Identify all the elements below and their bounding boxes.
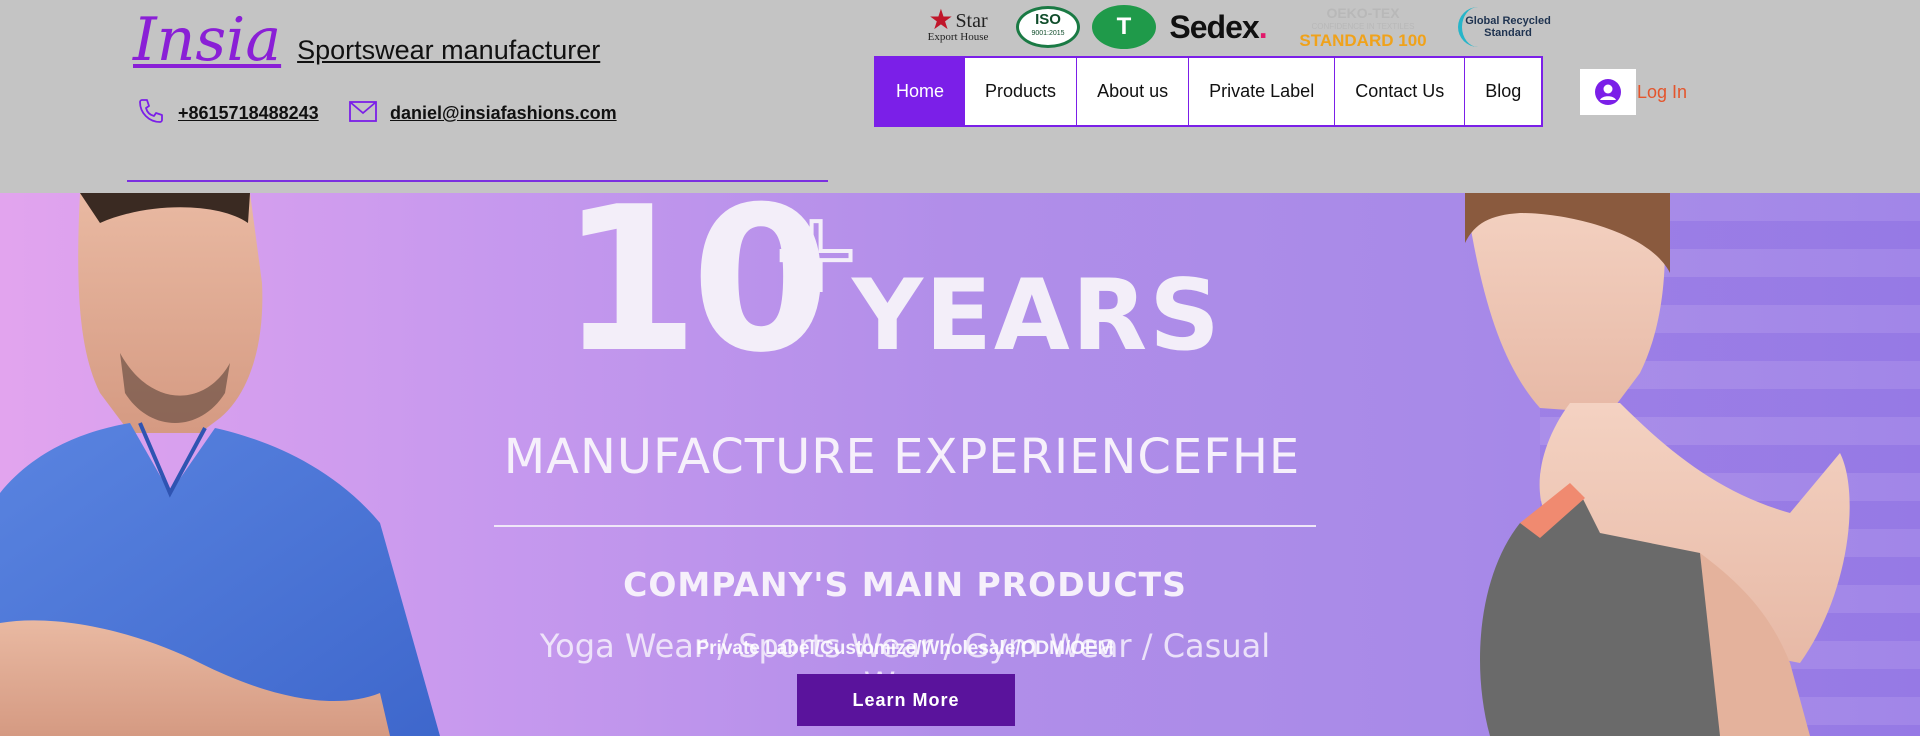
nav-item-products[interactable]: Products: [964, 58, 1077, 125]
phone-icon: [134, 94, 168, 133]
avatar-icon[interactable]: [1580, 69, 1636, 115]
female-model-image: [1465, 193, 1850, 736]
oeko-tex-badge: OEKO-TEX CONFIDENCE IN TEXTILES STANDARD…: [1280, 5, 1446, 50]
grs-badge-line2: Standard: [1484, 27, 1532, 39]
main-products-heading: COMPANY'S MAIN PRODUCTS: [623, 565, 1187, 604]
iso-badge: ISO 9001:2015: [1016, 6, 1080, 48]
email-contact: daniel@insiafashions.com: [346, 94, 617, 133]
years-word: YEARS: [852, 259, 1222, 373]
hero-divider: [494, 525, 1316, 527]
iso-badge-sub: 9001:2015: [1031, 30, 1065, 37]
main-nav: Home Products About us Private Label Con…: [874, 56, 1544, 127]
star-badge-subtitle: Export House: [927, 31, 989, 43]
login-label[interactable]: Log In: [1636, 82, 1687, 103]
services-text: Private Label/Customize/Wholesale/ODM/OE…: [696, 638, 1114, 659]
star-badge-title: Star: [955, 10, 988, 32]
iso-badge-label: ISO: [1035, 11, 1061, 28]
nav-item-about-us[interactable]: About us: [1076, 58, 1189, 125]
star-export-house-badge: ★ Star Export House: [912, 5, 1004, 44]
mail-icon: [346, 94, 380, 133]
nav-item-contact-us[interactable]: Contact Us: [1334, 58, 1465, 125]
site-header: Insia Sportswear manufacturer +861571848…: [0, 0, 1920, 193]
gots-badge-label: T: [1116, 13, 1132, 40]
certification-badges: ★ Star Export House ISO 9001:2015 T Sede…: [912, 2, 1554, 52]
male-model-image: [0, 193, 440, 736]
phone-link[interactable]: +8615718488243: [178, 103, 319, 124]
sedex-badge-dot: .: [1258, 8, 1268, 45]
star-icon: ★: [928, 5, 954, 36]
brand[interactable]: Insia Sportswear manufacturer: [133, 8, 600, 72]
email-link[interactable]: daniel@insiafashions.com: [390, 103, 617, 124]
login-button[interactable]: Log In: [1580, 69, 1687, 115]
phone-contact: +8615718488243: [134, 94, 319, 133]
brand-logo[interactable]: Insia: [133, 8, 281, 72]
years-plus: +: [768, 193, 864, 316]
learn-more-button[interactable]: Learn More: [797, 674, 1015, 726]
sedex-badge-label: Sedex: [1169, 8, 1259, 45]
sedex-badge: Sedex.: [1168, 9, 1268, 46]
global-recycled-standard-badge: Global Recycled Standard: [1458, 7, 1554, 47]
gots-badge: T: [1092, 5, 1156, 49]
hero-banner: 10 + YEARS MANUFACTURE EXPERIENCEFHE COM…: [0, 193, 1920, 736]
header-divider: [127, 180, 828, 182]
manufacture-experience-heading: MANUFACTURE EXPERIENCEFHE: [503, 429, 1301, 485]
nav-item-blog[interactable]: Blog: [1464, 58, 1542, 125]
grs-badge-line1: Global Recycled: [1465, 15, 1551, 27]
nav-item-private-label[interactable]: Private Label: [1188, 58, 1335, 125]
nav-item-home[interactable]: Home: [876, 58, 965, 125]
brand-tagline[interactable]: Sportswear manufacturer: [297, 35, 600, 66]
oeko-badge-title: OEKO-TEX: [1326, 5, 1400, 21]
oeko-badge-standard: STANDARD 100: [1299, 31, 1427, 50]
